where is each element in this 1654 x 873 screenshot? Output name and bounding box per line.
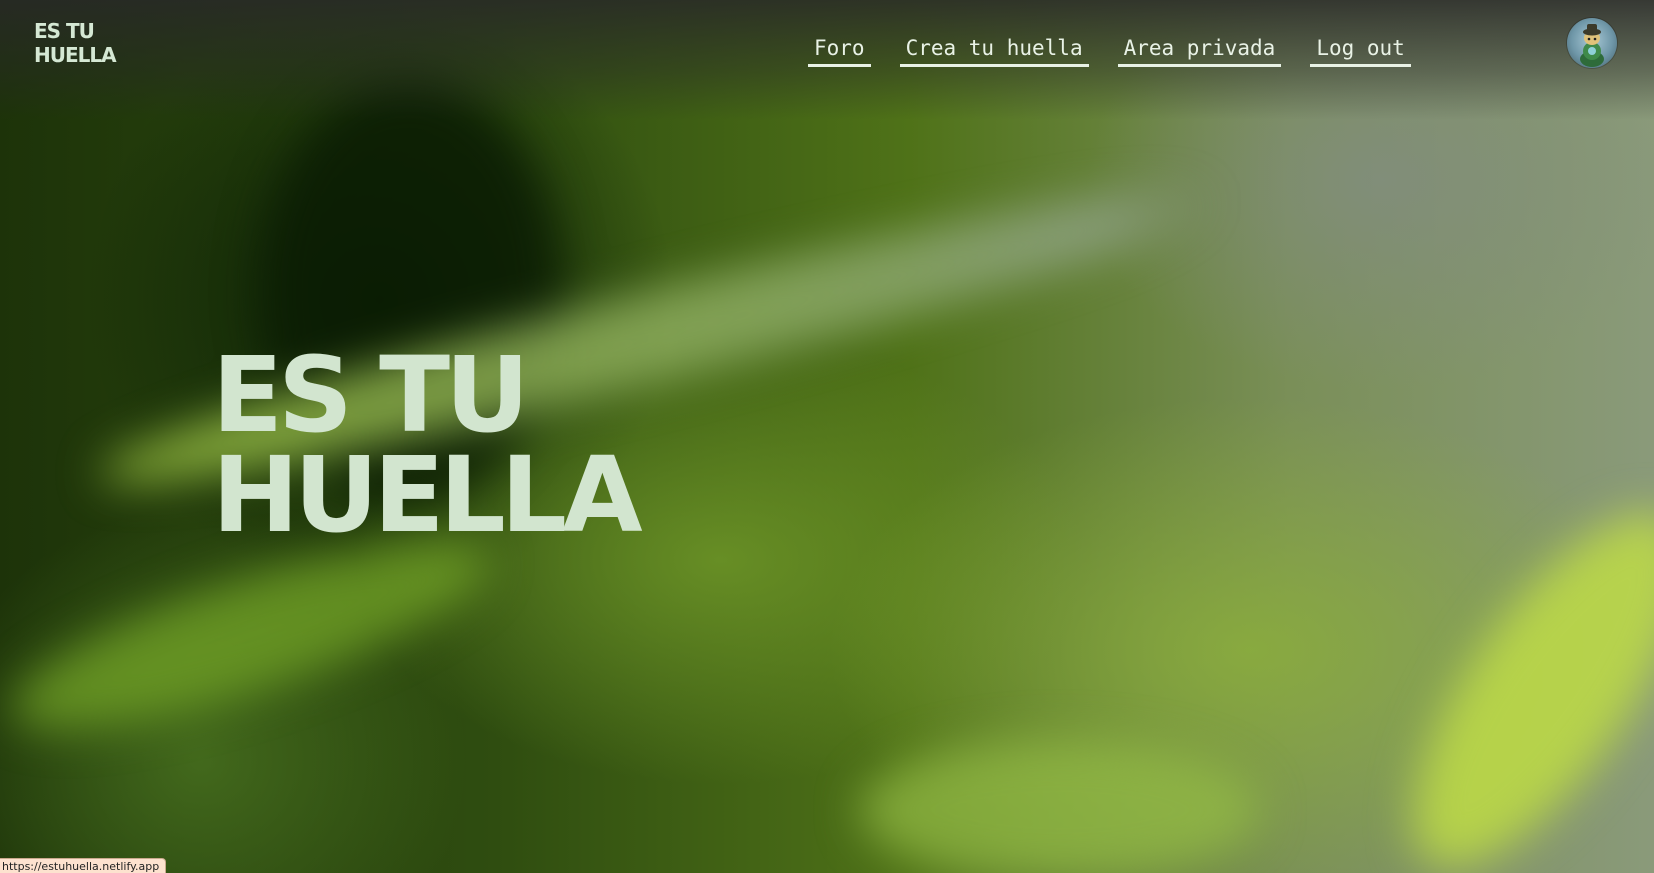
hero-title-line-2: HUELLA	[212, 434, 643, 556]
hero-title-line-1: ES TU	[212, 334, 530, 456]
logo-line-1: ES TU	[34, 19, 95, 43]
light-blob	[860, 740, 1260, 873]
navbar: ES TU HUELLA Foro Crea tu huella Area pr…	[0, 0, 1654, 95]
nav-link-foro[interactable]: Foro	[808, 34, 871, 67]
nav-link-crea-tu-huella[interactable]: Crea tu huella	[899, 34, 1089, 67]
site-logo[interactable]: ES TU HUELLA	[34, 19, 117, 67]
logo-line-2: HUELLA	[34, 43, 117, 67]
user-avatar-icon[interactable]	[1567, 18, 1617, 68]
avatar-figure-icon	[1580, 24, 1604, 67]
status-bar-url: https://estuhuella.netlify.app	[0, 858, 167, 873]
nav-link-area-privada[interactable]: Area privada	[1117, 34, 1282, 67]
main-nav: Foro Crea tu huella Area privada Log out	[808, 34, 1411, 67]
nav-link-log-out[interactable]: Log out	[1310, 34, 1411, 67]
grass-blade-right	[1364, 472, 1654, 873]
hero-title: ES TU HUELLA	[212, 334, 643, 556]
